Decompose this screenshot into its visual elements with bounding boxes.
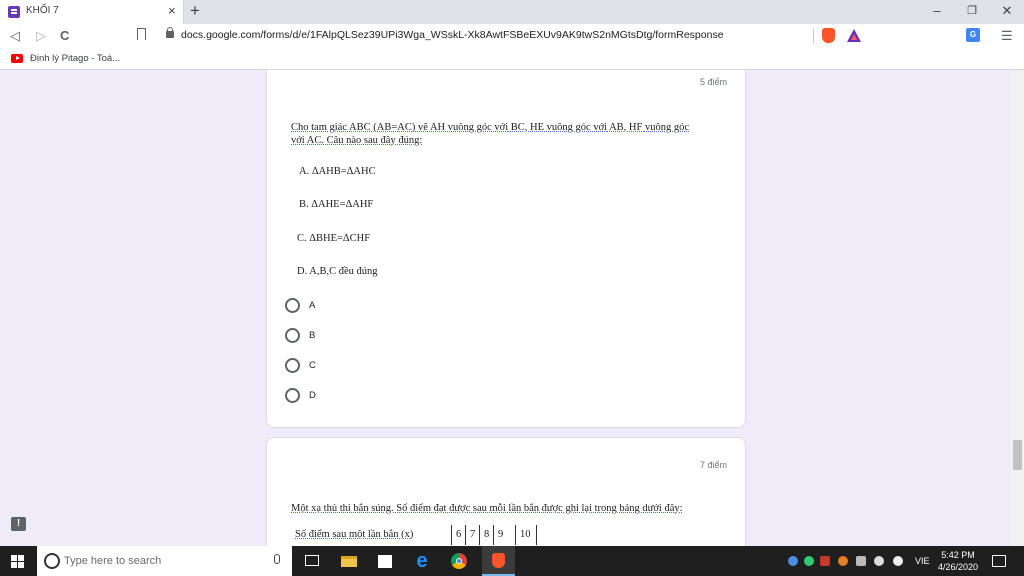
search-placeholder: Type here to search (64, 555, 162, 567)
file-explorer-icon[interactable] (339, 551, 359, 571)
question-points: 7 điểm (699, 460, 727, 470)
taskbar-clock[interactable]: 5:42 PM 4/26/2020 (930, 549, 986, 573)
question-text: Một xạ thủ thi bắn súng. Số điểm đạt đượ… (291, 502, 731, 515)
question-text-part: Cho tam (291, 122, 330, 133)
question-card-1: 5 điểm Cho tam giác ABC (AB=AC) vẽ AH vu… (266, 70, 746, 428)
radio-button[interactable] (285, 328, 300, 343)
score-table-header: Số điểm sau một lần bắn (x) (295, 529, 414, 540)
question-text-part: BC, HE (508, 122, 547, 133)
choice-label: D (309, 390, 316, 401)
battery-icon[interactable] (856, 556, 866, 566)
microsoft-store-icon[interactable] (375, 551, 395, 571)
bookmark-item-pitago[interactable]: Định lý Pitago - Toá... (30, 53, 120, 64)
restore-button[interactable]: ❐ (962, 2, 982, 20)
address-bar[interactable]: docs.google.com/forms/d/e/1FAlpQLSez39UP… (181, 29, 724, 41)
forward-button[interactable]: ▷ (36, 27, 46, 45)
tab-close-icon[interactable]: × (168, 3, 176, 19)
windows-taskbar: Type here to search e VIE 5:42 PM 4/26/2… (0, 546, 1024, 576)
google-forms-icon (8, 6, 20, 18)
microphone-icon[interactable] (274, 554, 280, 564)
lock-icon[interactable] (166, 27, 174, 38)
tray-security-icon[interactable] (804, 556, 814, 566)
volume-icon[interactable] (893, 556, 903, 566)
question-text-part: giác (329, 122, 348, 133)
browser-tab[interactable]: KHỐI 7 × (0, 0, 184, 24)
browser-menu-icon[interactable]: ☰ (1001, 27, 1013, 45)
question-text-part: ABC (AB=AC) (347, 122, 418, 133)
statement-b: B. ΔAHE=ΔAHF (299, 199, 374, 210)
scrollbar-thumb[interactable] (1013, 440, 1022, 470)
browser-toolbar: ◁ ▷ C docs.google.com/forms/d/e/1FAlpQLS… (0, 24, 1024, 48)
clock-time: 5:42 PM (941, 550, 975, 560)
score-cell: 6 (451, 525, 465, 545)
radio-button[interactable] (285, 388, 300, 403)
bookmark-icon[interactable] (137, 28, 146, 40)
radio-button[interactable] (285, 298, 300, 313)
page-viewport: 5 điểm Cho tam giác ABC (AB=AC) vẽ AH vu… (0, 70, 1011, 546)
wifi-icon[interactable] (874, 556, 884, 566)
question-points: 5 điểm (699, 77, 727, 87)
radio-button[interactable] (285, 358, 300, 373)
score-cell: 7 (465, 525, 479, 545)
statement-a: A. ΔAHB=ΔAHC (299, 166, 376, 177)
question-text-part: vuông góc với (546, 122, 608, 133)
feedback-icon[interactable]: ! (11, 517, 26, 531)
cortana-icon (44, 553, 60, 569)
question-text-part: vuông góc với (447, 122, 509, 133)
language-indicator[interactable]: VIE (915, 556, 930, 566)
question-text-body: Một xạ thủ thi bắn súng. Số điểm đạt đượ… (291, 503, 683, 514)
reload-button[interactable]: C (60, 27, 69, 45)
new-tab-button[interactable]: + (190, 1, 200, 21)
question-card-2: 7 điểm Một xạ thủ thi bắn súng. Số điểm … (266, 437, 746, 546)
notification-center-icon[interactable] (992, 555, 1006, 567)
taskbar-search-box[interactable]: Type here to search (37, 546, 292, 576)
question-text: Cho tam giác ABC (AB=AC) vẽ AH vuông góc… (291, 121, 721, 147)
question-text-part: AB, HF (607, 122, 645, 133)
bookmarks-bar: Định lý Pitago - Toá... (0, 48, 1024, 70)
page-scrollbar[interactable] (1011, 70, 1024, 546)
task-view-icon[interactable] (302, 551, 322, 571)
edge-browser-icon[interactable]: e (412, 551, 432, 571)
brave-browser-taskbar-icon[interactable] (482, 546, 515, 576)
tray-app-icon[interactable] (838, 556, 848, 566)
tab-title: KHỐI 7 (26, 5, 59, 16)
score-cell: 10 (515, 525, 537, 545)
brave-shields-icon[interactable] (822, 28, 835, 43)
minimize-button[interactable]: – (927, 2, 947, 20)
statement-d: D. A,B,C đều đúng (297, 266, 378, 277)
choice-label: B (309, 330, 316, 341)
clock-date: 4/26/2020 (937, 562, 979, 572)
score-cell: 8 (479, 525, 493, 545)
address-separator (813, 28, 814, 44)
score-cell: 9 (493, 525, 515, 545)
choice-label: A (309, 300, 316, 311)
windows-start-icon[interactable] (11, 555, 24, 568)
question-text-part: AH (427, 122, 448, 133)
chrome-icon[interactable] (449, 551, 469, 571)
question-text-line-2: với AC. Câu nào sau đây đúng: (291, 135, 423, 146)
translate-icon[interactable]: G (966, 28, 980, 42)
tray-v-icon[interactable] (820, 556, 830, 566)
back-button[interactable]: ◁ (10, 27, 20, 45)
question-text-part: vẽ (417, 122, 428, 133)
close-window-button[interactable]: ✕ (997, 2, 1017, 20)
choice-label: C (309, 360, 316, 371)
question-text-part: vuông góc (644, 122, 690, 133)
statement-c: C. ΔBHE=ΔCHF (297, 233, 371, 244)
tab-bar: KHỐI 7 × + – ❐ ✕ (0, 0, 1024, 24)
brave-rewards-icon[interactable] (847, 29, 861, 42)
tray-app-icon[interactable] (788, 556, 798, 566)
youtube-icon (11, 54, 23, 63)
